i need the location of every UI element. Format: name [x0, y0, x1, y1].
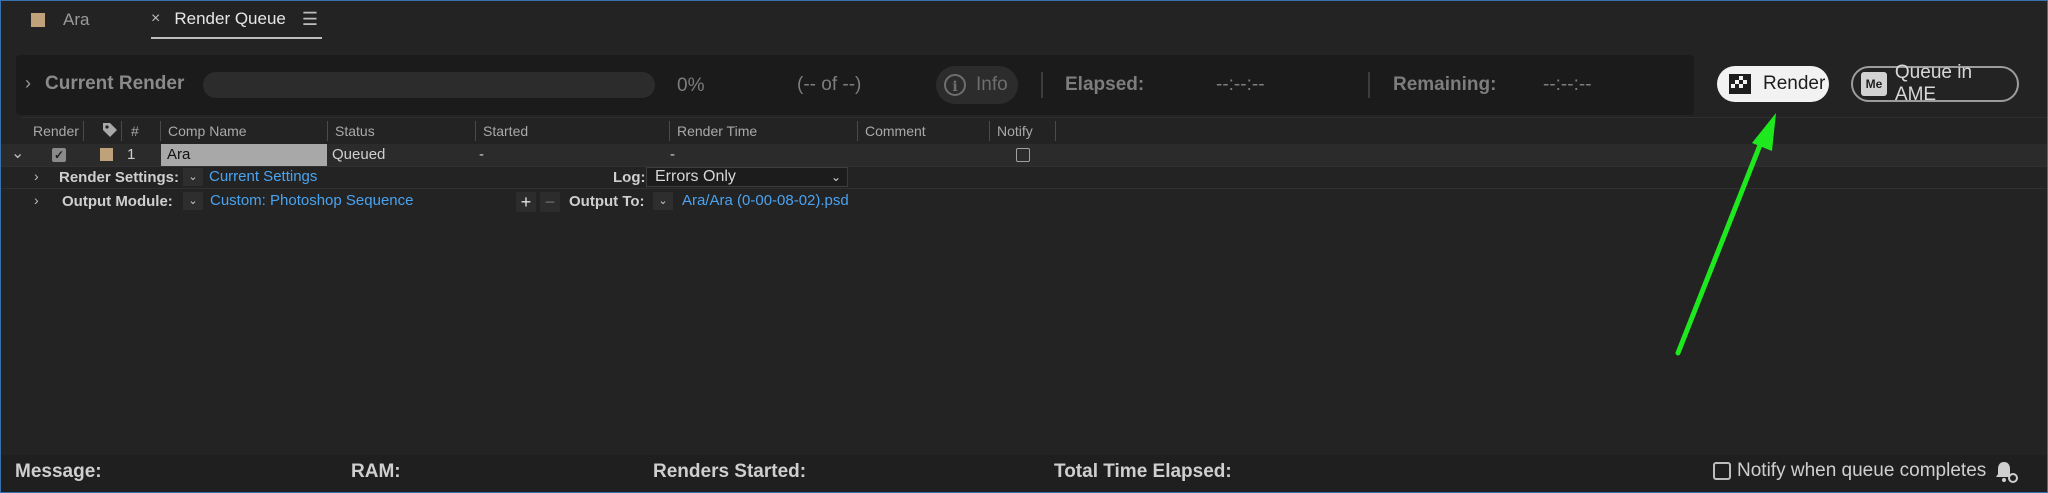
column-render-time[interactable]: Render Time: [677, 118, 757, 144]
render-progress-percent: 0%: [677, 75, 705, 96]
render-item-count: (-- of --): [797, 74, 862, 95]
queue-in-ame-label: Queue in AME: [1894, 62, 1973, 105]
close-icon[interactable]: ×: [151, 10, 160, 28]
item-render-time: -: [670, 146, 675, 163]
output-to-link[interactable]: Ara/Ara (0-00-08-02).psd: [682, 192, 849, 209]
render-queue-panel: Ara × Render Queue ☰ › Current Render 0%…: [0, 0, 2048, 493]
column-divider[interactable]: [857, 121, 858, 141]
column-divider[interactable]: [83, 121, 84, 141]
render-settings-link[interactable]: Current Settings: [209, 168, 317, 185]
ram-label: RAM:: [351, 461, 401, 482]
output-module-dropdown-icon[interactable]: ⌄: [183, 192, 203, 210]
output-to-label: Output To:: [569, 193, 645, 210]
comp-color-swatch: [31, 13, 45, 27]
elapsed-label: Elapsed:: [1065, 74, 1145, 95]
chevron-down-icon: ⌄: [830, 170, 841, 184]
notify-when-complete-checkbox[interactable]: [1713, 462, 1731, 480]
output-module-link[interactable]: Custom: Photoshop Sequence: [210, 192, 413, 209]
column-comment[interactable]: Comment: [865, 118, 926, 144]
render-checkbox[interactable]: ✓: [52, 148, 66, 162]
column-divider[interactable]: [1055, 121, 1056, 141]
render-button[interactable]: Render: [1717, 66, 1829, 102]
queue-column-header: Render # Comp Name Status Started Render…: [21, 117, 2047, 144]
tab-ara-label: Ara: [63, 10, 90, 29]
info-button-label: Info: [976, 74, 1008, 95]
column-divider[interactable]: [669, 121, 670, 141]
current-render-title: Current Render: [45, 73, 185, 94]
item-status: Queued: [332, 146, 386, 163]
column-notify[interactable]: Notify: [997, 118, 1033, 144]
row-divider: [1, 188, 2047, 189]
expand-output-module-icon[interactable]: ›: [34, 192, 39, 208]
bell-settings-icon[interactable]: [1993, 459, 2019, 485]
elapsed-value: --:--:--: [1216, 74, 1265, 95]
render-button-label: Render: [1763, 73, 1826, 94]
tab-ara[interactable]: Ara: [31, 1, 89, 39]
renders-started-label: Renders Started:: [653, 461, 807, 482]
comp-name-cell[interactable]: Ara: [161, 144, 327, 166]
item-started: -: [479, 146, 484, 163]
log-dropdown-value: Errors Only: [655, 168, 736, 185]
add-output-module-icon[interactable]: +: [516, 192, 536, 212]
queue-item-row[interactable]: ⌄ ✓ 1 Ara Queued - -: [1, 144, 2047, 166]
tab-bar: Ara × Render Queue ☰: [1, 1, 2047, 43]
total-time-elapsed-label: Total Time Elapsed:: [1054, 461, 1232, 482]
column-status[interactable]: Status: [335, 118, 375, 144]
info-icon: i: [944, 74, 966, 96]
output-module-label: Output Module:: [62, 193, 173, 210]
row-divider: [1, 166, 2047, 167]
log-dropdown[interactable]: Errors Only ⌄: [646, 167, 848, 187]
render-settings-dropdown-icon[interactable]: ⌄: [183, 168, 203, 186]
notify-checkbox[interactable]: [1016, 148, 1030, 162]
render-progress-bar: [203, 72, 655, 98]
column-divider[interactable]: [121, 121, 122, 141]
divider: [1368, 72, 1370, 98]
column-number[interactable]: #: [131, 118, 139, 144]
render-settings-label: Render Settings:: [59, 169, 180, 186]
output-to-dropdown-icon[interactable]: ⌄: [653, 192, 673, 210]
notify-when-complete-label[interactable]: Notify when queue completes: [1737, 460, 1986, 482]
column-divider[interactable]: [475, 121, 476, 141]
label-color-swatch[interactable]: [100, 148, 113, 161]
media-encoder-icon: Me: [1861, 72, 1887, 96]
render-icon: [1729, 74, 1751, 94]
remaining-value: --:--:--: [1543, 74, 1592, 95]
column-started[interactable]: Started: [483, 118, 528, 144]
log-label: Log:: [613, 169, 646, 186]
info-button[interactable]: i Info: [936, 66, 1018, 104]
column-render[interactable]: Render: [33, 118, 79, 144]
remaining-label: Remaining:: [1393, 74, 1497, 95]
remove-output-module-icon[interactable]: −: [540, 192, 560, 212]
item-number: 1: [127, 146, 136, 163]
column-divider[interactable]: [160, 121, 161, 141]
queue-in-ame-button[interactable]: Me Queue in AME: [1851, 62, 2019, 105]
column-divider[interactable]: [327, 121, 328, 141]
tab-render-queue-label: Render Queue: [174, 9, 286, 28]
column-divider[interactable]: [989, 121, 990, 141]
message-label: Message:: [15, 461, 102, 482]
column-comp-name[interactable]: Comp Name: [168, 118, 247, 144]
divider: [1041, 72, 1043, 98]
panel-menu-icon[interactable]: ☰: [302, 9, 318, 30]
tab-render-queue[interactable]: × Render Queue ☰: [151, 1, 323, 39]
expand-current-render-icon[interactable]: ›: [25, 73, 31, 94]
collapse-item-icon[interactable]: ⌄: [11, 143, 24, 163]
expand-render-settings-icon[interactable]: ›: [34, 168, 39, 184]
